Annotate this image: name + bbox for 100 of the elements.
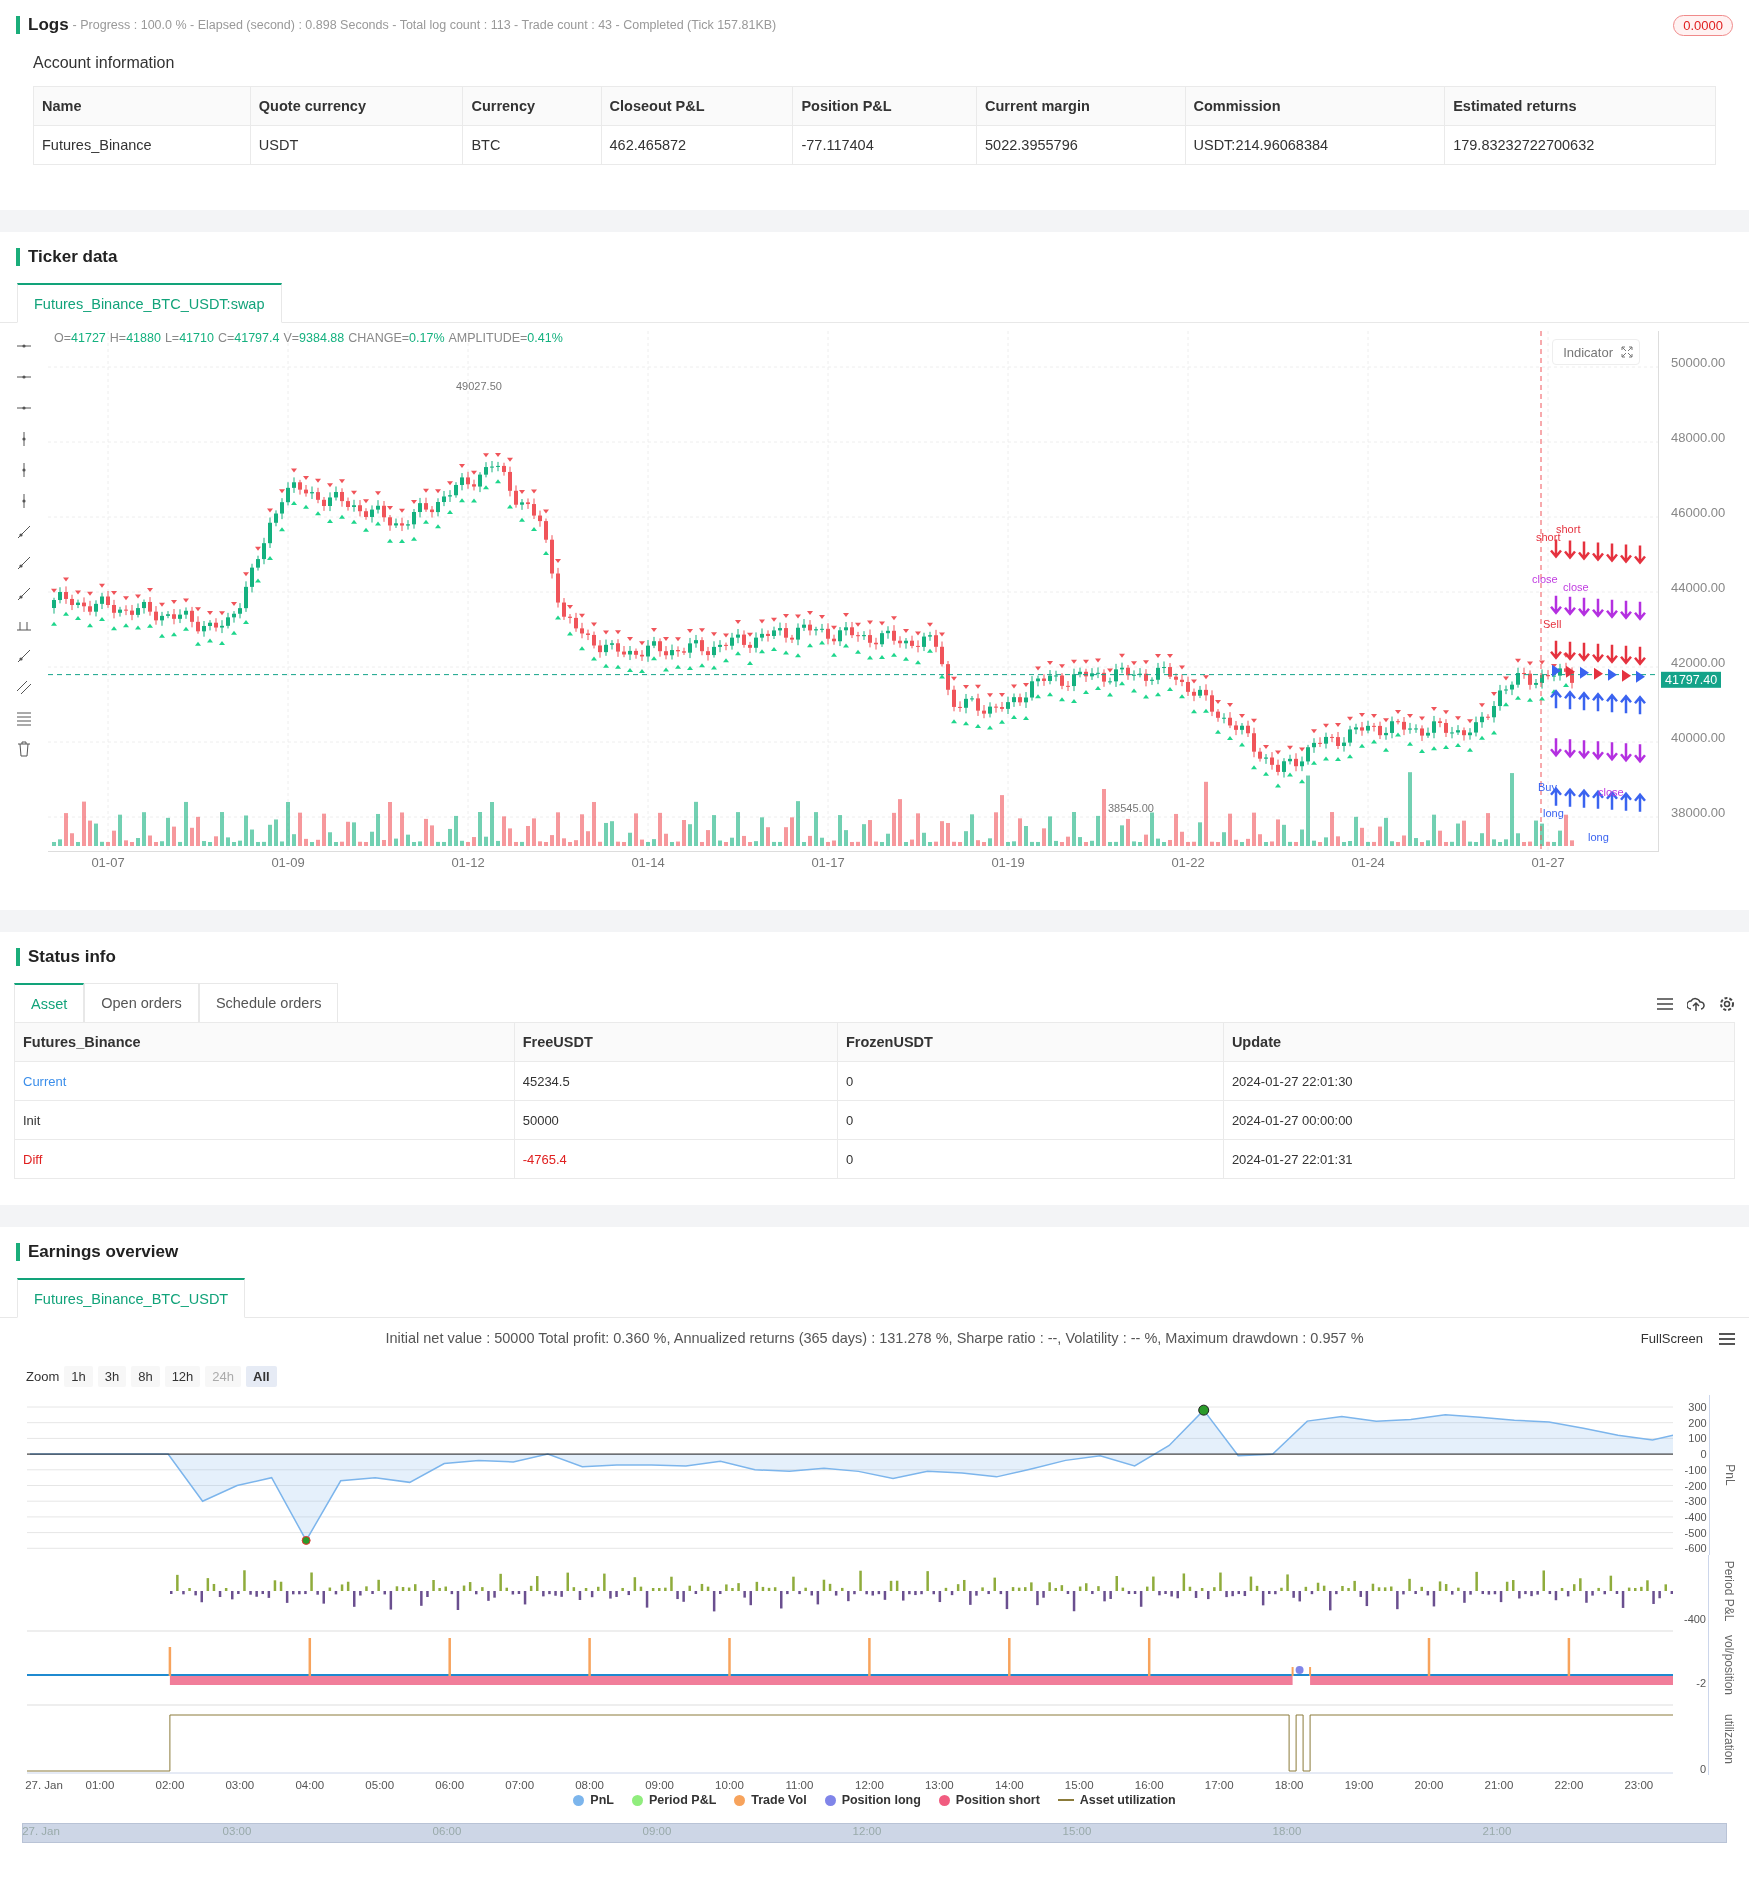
table-cell: Init [14,1100,515,1140]
ohlc-reading: O=41727 [54,331,106,345]
date-tick: 01-14 [631,855,665,870]
time-tick: 04:00 [295,1779,325,1791]
time-tick: 11:00 [785,1779,814,1791]
navigator-tick: 18:00 [1272,1825,1302,1837]
subsection-title: Account information [32,53,176,73]
date-tick: 01-22 [1171,855,1205,870]
date-tick: 01-12 [451,855,485,870]
max-point-marker [1198,1404,1210,1416]
navigator-tick: 27. Jan [22,1825,60,1837]
time-tick: 19:00 [1344,1779,1374,1791]
parallel-lines-icon[interactable] [15,678,33,696]
legend-item[interactable]: Asset utilization [1057,1793,1176,1807]
expand-icon[interactable] [1621,346,1633,358]
axis-tick: -600 [1684,1542,1707,1555]
table-cell: Diff [14,1139,515,1179]
table-cell: 2024-01-27 22:01:30 [1223,1061,1735,1101]
time-tick: 20:00 [1414,1779,1444,1791]
ohlc-reading: C=41797.4 [217,331,280,345]
axis-tick: -400 [1683,1613,1706,1625]
trend-line-icon[interactable] [15,647,33,665]
trend-line-icon[interactable] [15,523,33,541]
time-tick: 09:00 [645,1779,674,1791]
time-tick: 14:00 [994,1779,1024,1791]
time-tick: 07:00 [505,1779,535,1791]
navigator-tick: 06:00 [432,1825,462,1837]
legend-item[interactable]: Position short [938,1793,1040,1807]
position-long-point [1295,1666,1304,1674]
axis-tick: -400 [1684,1510,1707,1523]
menu-icon[interactable] [1719,1332,1735,1346]
legend-item[interactable]: Period P&L [631,1793,717,1807]
ohlc-reading: H=41880 [109,331,161,345]
date-tick: 01-19 [991,855,1025,870]
table-cell: BTC [462,125,602,165]
axis-tick: 300 [1688,1401,1707,1413]
column-header: Position P&L [792,86,977,126]
table-cell: USDT [250,125,463,165]
table-cell: 0 [837,1061,1224,1101]
table-cell: -77.117404 [792,125,977,165]
table-cell: Futures_Binance [33,125,251,165]
section-title: Logs [16,16,69,34]
time-tick: 08:00 [575,1779,604,1791]
zoom-button[interactable]: 12h [164,1366,201,1387]
date-tick: 01-07 [91,855,125,870]
high-price-label: 49027.50 [456,380,502,392]
settings-icon[interactable] [1719,996,1735,1012]
column-header: Current margin [976,86,1185,126]
axis-tick: -200 [1684,1479,1707,1492]
performance-summary: Initial net value : 50000 Total profit: 0.360 %, Annualized returns (365 days) : 131.278 %, Sharpe ratio : --, Volatility : -- %, Maximum drawdown : 0.957 % [385,1330,1364,1346]
axis-tick: -100 [1684,1463,1707,1476]
cloud-upload-icon[interactable] [1687,996,1705,1012]
table-cell: 0 [837,1139,1224,1179]
column-header: FrozenUSDT [837,1022,1224,1062]
axis-tick: -300 [1684,1495,1707,1508]
min-point-marker [301,1535,311,1545]
time-tick: 02:00 [155,1779,185,1791]
trade-label: close [1563,581,1589,593]
navigator-tick: 09:00 [642,1825,672,1837]
ohlc-reading: AMPLITUDE=0.41% [448,331,563,345]
menu-icon[interactable] [1657,997,1673,1011]
trash-icon[interactable] [15,740,33,758]
time-tick: 18:00 [1274,1779,1304,1791]
time-tick: 13:00 [924,1779,954,1791]
date-tick: 01-24 [1351,855,1385,870]
zoom-button[interactable]: 1h [64,1366,93,1387]
trend-line-icon[interactable] [15,585,33,603]
indicator-button[interactable]: Indicator [1552,339,1640,365]
time-tick: 05:00 [365,1779,395,1791]
row-link[interactable]: Current [14,1061,515,1101]
time-tick: 17:00 [1204,1779,1234,1791]
time-tick: 03:00 [225,1779,255,1791]
time-tick: 01:00 [85,1779,115,1791]
navigator-tick: 21:00 [1482,1825,1512,1837]
table-cell: 5022.3955796 [976,125,1185,165]
profit-badge: 0.0000 [1673,14,1733,36]
legend-item[interactable]: PnL [573,1793,614,1807]
zoom-button[interactable]: 8h [131,1366,160,1387]
trade-label: close [1532,573,1558,585]
price-tick: 40000.00 [1671,730,1726,745]
axis-title: PnL [1722,1464,1737,1486]
navigator-tick: 12:00 [852,1825,882,1837]
column-header: FreeUSDT [514,1022,838,1062]
status-tab[interactable]: Open orders [84,983,199,1023]
legend-item[interactable]: Trade Vol [734,1793,807,1807]
axis-tick: -500 [1684,1526,1707,1539]
zoom-button[interactable]: 3h [97,1366,127,1387]
trade-label: long [1543,807,1564,819]
trade-label: Sell [1543,618,1562,630]
status-tab[interactable]: Schedule orders [198,983,339,1023]
legend-item[interactable]: Position long [824,1793,921,1807]
date-tick: 01-17 [811,855,845,870]
time-tick: 06:00 [435,1779,465,1791]
fullscreen-button[interactable]: FullScreen [1634,1330,1709,1347]
trend-line-icon[interactable] [15,554,33,572]
zoom-button[interactable]: All [246,1366,277,1387]
table-cell: 50000 [514,1100,838,1140]
table-cell: 462.465872 [601,125,793,165]
date-tick: 01-27 [1531,855,1565,870]
ohlc-reading: CHANGE=0.17% [348,331,445,345]
